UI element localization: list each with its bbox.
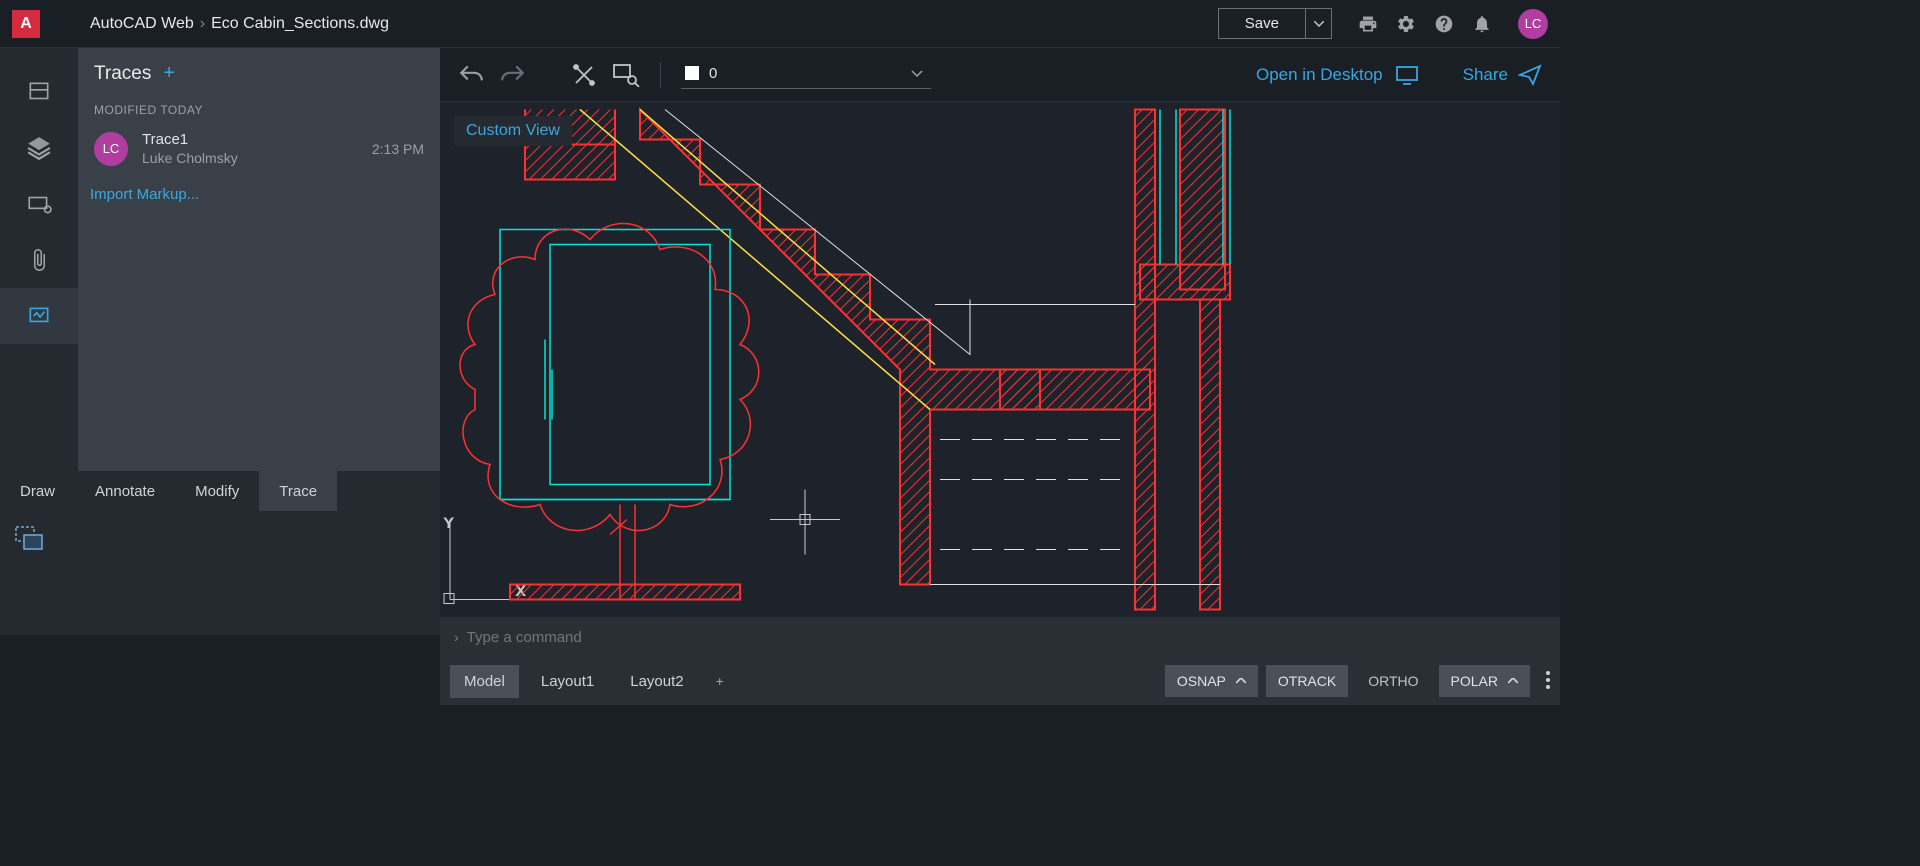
add-layout-button[interactable]: + [716, 673, 724, 689]
canvas-toolbar: 0 Open in Desktop Share [440, 48, 1560, 102]
layout-tab-model[interactable]: Model [450, 665, 519, 698]
gear-icon[interactable] [1396, 14, 1416, 34]
polar-toggle[interactable]: POLAR [1439, 665, 1530, 697]
chevron-down-icon [911, 65, 923, 81]
view-badge[interactable]: Custom View [454, 116, 572, 146]
share-link[interactable]: Share [1463, 64, 1542, 86]
trace-time: 2:13 PM [372, 141, 424, 157]
drawing-canvas: Y X [440, 102, 1560, 617]
bell-icon[interactable] [1472, 14, 1492, 34]
trace-author: Luke Cholmsky [142, 150, 358, 166]
tab-trace[interactable]: Trace [259, 471, 337, 511]
avatar[interactable]: LC [1518, 9, 1548, 39]
left-rail [0, 48, 78, 471]
kebab-icon[interactable] [1546, 671, 1550, 692]
save-dropdown[interactable] [1306, 8, 1332, 39]
chevron-up-icon [1508, 678, 1518, 684]
rail-blocks-icon[interactable] [0, 176, 78, 232]
otrack-toggle[interactable]: OTRACK [1266, 665, 1348, 697]
chevron-right-icon: › [200, 15, 205, 33]
tab-draw[interactable]: Draw [0, 471, 75, 511]
svg-text:Y: Y [444, 515, 454, 531]
undo-icon[interactable] [458, 64, 484, 86]
tab-modify[interactable]: Modify [175, 471, 259, 511]
help-icon[interactable] [1434, 14, 1454, 34]
trace-item[interactable]: LC Trace1 Luke Cholmsky 2:13 PM [78, 123, 440, 174]
rail-xrefs-icon[interactable] [0, 232, 78, 288]
save-button[interactable]: Save [1218, 8, 1306, 39]
status-bar: Model Layout1 Layout2 + OSNAP OTRACK ORT… [440, 657, 1560, 705]
layer-name: 0 [709, 65, 901, 82]
rail-properties-icon[interactable] [0, 64, 78, 120]
traces-panel: Traces + MODIFIED TODAY LC Trace1 Luke C… [78, 48, 440, 471]
import-markup-link[interactable]: Import Markup... [78, 174, 440, 215]
print-icon[interactable] [1358, 14, 1378, 34]
app-logo: A [12, 10, 40, 38]
ortho-toggle[interactable]: ORTHO [1356, 665, 1430, 697]
canvas-area[interactable]: Custom View Y X [440, 102, 1560, 617]
layout-tab-layout1[interactable]: Layout1 [527, 665, 608, 698]
breadcrumb: AutoCAD Web › Eco Cabin_Sections.dwg [90, 15, 389, 33]
rail-layers-icon[interactable] [0, 120, 78, 176]
breadcrumb-file[interactable]: Eco Cabin_Sections.dwg [211, 15, 389, 33]
tab-annotate[interactable]: Annotate [75, 471, 175, 511]
command-bar: › [440, 617, 1560, 657]
app-header: A AutoCAD Web › Eco Cabin_Sections.dwg S… [0, 0, 1560, 48]
panel-title: Traces [94, 63, 151, 85]
desktop-icon [1395, 65, 1419, 85]
trace-tool-icon[interactable] [14, 525, 426, 556]
trace-name: Trace1 [142, 131, 358, 148]
breadcrumb-app[interactable]: AutoCAD Web [90, 15, 194, 33]
layer-select[interactable]: 0 [681, 61, 931, 89]
layer-swatch [685, 66, 699, 80]
open-in-desktop-link[interactable]: Open in Desktop [1256, 65, 1419, 85]
tool-tabs: Draw Annotate Modify Trace [0, 471, 440, 511]
tool-content [0, 511, 440, 635]
layout-tab-layout2[interactable]: Layout2 [616, 665, 697, 698]
command-input[interactable] [467, 629, 1546, 646]
redo-icon[interactable] [500, 64, 526, 86]
chevron-up-icon [1236, 678, 1246, 684]
section-label: MODIFIED TODAY [78, 93, 440, 123]
chevron-right-icon: › [454, 629, 459, 645]
zoom-extents-icon[interactable] [572, 63, 596, 87]
send-icon [1518, 64, 1542, 86]
osnap-toggle[interactable]: OSNAP [1165, 665, 1258, 697]
rail-traces-icon[interactable] [0, 288, 78, 344]
add-trace-button[interactable]: + [163, 62, 175, 85]
zoom-window-icon[interactable] [612, 63, 640, 87]
trace-avatar: LC [94, 132, 128, 166]
